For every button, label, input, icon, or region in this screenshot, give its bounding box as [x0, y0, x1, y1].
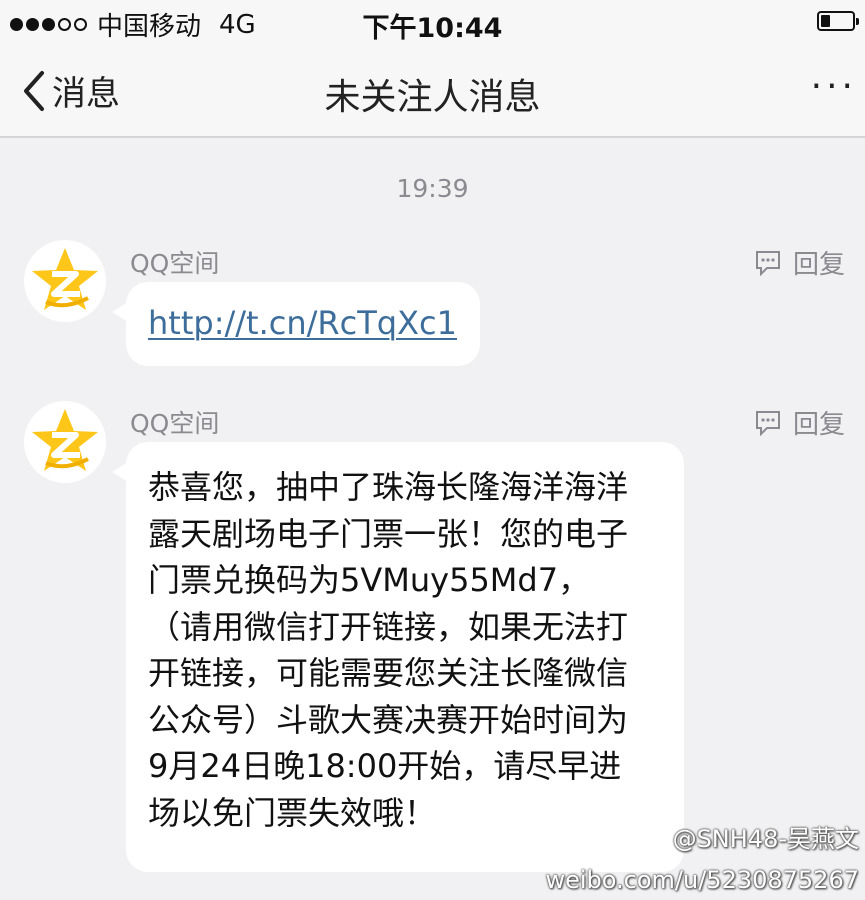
- sender-name: QQ空间: [130, 409, 220, 438]
- weibo-watermark: @SNH48-吴燕文 weibo.com/u/5230875267: [545, 816, 859, 896]
- reply-label: 回复: [792, 410, 845, 440]
- reply-button[interactable]: 回复: [755, 404, 845, 441]
- qzone-star-icon: [32, 409, 98, 471]
- status-bar: 中国移动 4G 下午10:44: [0, 0, 865, 46]
- sender-name: QQ空间: [130, 249, 220, 278]
- qzone-star-icon: [32, 248, 98, 310]
- message-text: 恭喜您，抽中了珠海长隆海洋海洋 露天剧场电子门票一张！您的电子 门票兑换码为5V…: [148, 468, 629, 832]
- message-timestamp: 19:39: [396, 174, 469, 203]
- qzone-avatar[interactable]: [24, 240, 106, 322]
- weibo-logo-icon: [615, 816, 667, 864]
- more-button[interactable]: ···: [811, 66, 857, 107]
- page-title: 未关注人消息: [324, 77, 541, 118]
- qzone-avatar[interactable]: [24, 401, 106, 483]
- nav-bar: 消息 未关注人消息 ···: [0, 46, 865, 138]
- message-bubble: http://t.cn/RcTqXc1: [112, 282, 480, 366]
- message-link[interactable]: http://t.cn/RcTqXc1: [148, 304, 457, 342]
- comment-icon: [755, 410, 780, 436]
- reply-button[interactable]: 回复: [755, 244, 845, 281]
- comment-icon: [755, 250, 780, 276]
- battery-icon: [817, 11, 859, 31]
- reply-label: 回复: [792, 250, 845, 280]
- status-time: 下午10:44: [362, 13, 503, 44]
- message-bubble: 恭喜您，抽中了珠海长隆海洋海洋 露天剧场电子门票一张！您的电子 门票兑换码为5V…: [112, 442, 684, 872]
- watermark-handle: @SNH48-吴燕文: [672, 825, 859, 853]
- watermark-url: weibo.com/u/5230875267: [545, 866, 859, 894]
